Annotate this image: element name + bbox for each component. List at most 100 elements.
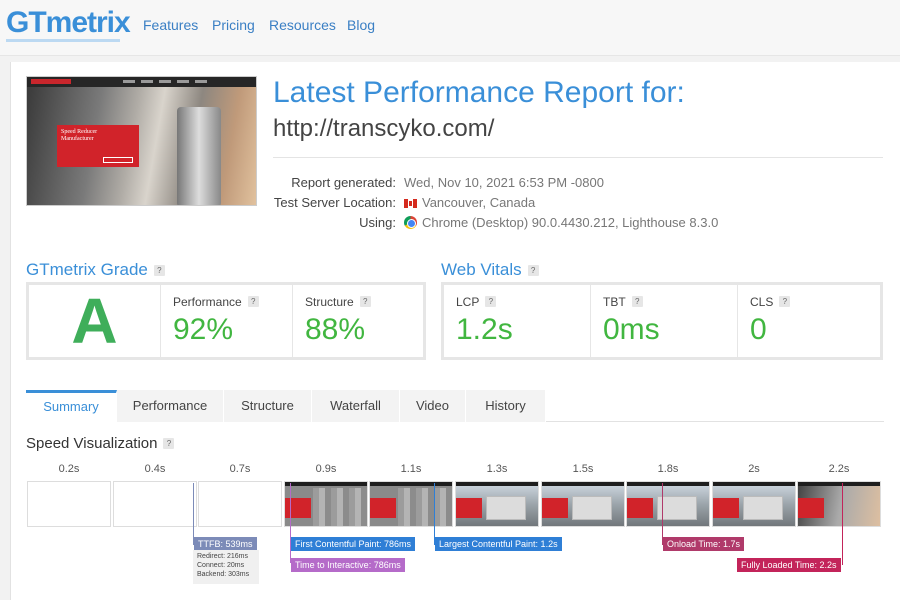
frame-hero-banner (627, 498, 653, 518)
help-icon[interactable]: ? (485, 296, 497, 307)
nav-link-pricing[interactable]: Pricing (212, 17, 255, 33)
canada-flag-icon (404, 199, 417, 208)
thumbnail-menu-item (123, 80, 135, 83)
meta-label-server-location: Test Server Location: (273, 195, 396, 210)
onload-marker-line (662, 483, 663, 545)
frame-blurred-image (313, 488, 367, 526)
timeline-time-label: 0.9s (315, 463, 337, 475)
timeline-time-label: 1.3s (486, 463, 508, 475)
tab-waterfall[interactable]: Waterfall (312, 390, 400, 422)
gtmetrix-grade-title: GTmetrix Grade (26, 260, 148, 279)
thumbnail-menu-item (141, 80, 153, 83)
timeline-frame[interactable] (455, 481, 539, 527)
ttfb-backend: Backend: 303ms (197, 571, 250, 578)
ttfb-marker-line (193, 483, 194, 545)
nav-link-resources[interactable]: Resources (269, 17, 336, 33)
frame-building (572, 496, 612, 520)
nav-link-features[interactable]: Features (143, 17, 198, 33)
timeline-frame[interactable] (369, 481, 453, 527)
tbt-label: TBT? (603, 295, 643, 309)
tbt-cell: TBT? 0ms (591, 285, 737, 357)
frame-hero-banner (456, 498, 482, 518)
site-screenshot-thumbnail[interactable]: Speed Reducer Manufacturer (26, 76, 257, 206)
meta-label-using: Using: (359, 215, 396, 230)
frame-header-bar (456, 482, 538, 486)
timeline-frame[interactable] (797, 481, 881, 527)
ttfb-marker: TTFB: 539ms (194, 537, 257, 551)
server-location-text: Vancouver, Canada (422, 195, 536, 210)
timeline-time-label: 0.2s (58, 463, 80, 475)
tab-history[interactable]: History (466, 390, 546, 422)
timeline-frame[interactable] (113, 481, 197, 527)
tab-structure[interactable]: Structure (224, 390, 312, 422)
cls-label: CLS? (750, 295, 791, 309)
thumbnail-machine-part (177, 107, 221, 205)
frame-building (657, 496, 697, 520)
cls-value: 0 (750, 313, 767, 346)
help-icon[interactable]: ? (359, 296, 371, 307)
tab-performance[interactable]: Performance (117, 390, 224, 422)
report-title: Latest Performance Report for: (273, 76, 685, 109)
timeline-time-label: 0.4s (144, 463, 166, 475)
timeline-time-label: 2.2s (828, 463, 850, 475)
frame-blurred-image (398, 488, 452, 526)
timeline-time-label: 2s (748, 463, 760, 475)
timeline-frame[interactable] (27, 481, 111, 527)
lcp-cell: LCP? 1.2s (444, 285, 590, 357)
structure-cell: Structure? 88% (293, 285, 423, 357)
ttfb-connect: Connect: 20ms (197, 562, 245, 569)
performance-cell: Performance? 92% (161, 285, 292, 357)
top-nav: GTmetrix Features Pricing Resources Blog (0, 0, 900, 56)
timeline-frame[interactable] (541, 481, 625, 527)
gtmetrix-logo[interactable]: GTmetrix (6, 6, 131, 40)
tti-marker: Time to Interactive: 786ms (291, 558, 405, 572)
timeline-frame[interactable] (626, 481, 710, 527)
timeline-frame[interactable] (198, 481, 282, 527)
fully-loaded-marker: Fully Loaded Time: 2.2s (737, 558, 841, 572)
report-url[interactable]: http://transcyko.com/ (273, 115, 494, 143)
chrome-icon (404, 216, 417, 229)
structure-value: 88% (305, 313, 366, 346)
frame-header-bar (542, 482, 624, 486)
help-icon[interactable]: ? (163, 438, 175, 449)
meta-value-server-location: Vancouver, Canada (404, 195, 535, 210)
thumbnail-menu-item (159, 80, 171, 83)
frame-hero-banner (285, 498, 311, 518)
help-icon[interactable]: ? (631, 296, 643, 307)
web-vitals-heading: Web Vitals? (441, 260, 539, 280)
frame-header-bar (627, 482, 709, 486)
report-tabs: Summary Performance Structure Waterfall … (26, 390, 884, 422)
tab-video[interactable]: Video (400, 390, 466, 422)
nav-link-blog[interactable]: Blog (347, 17, 375, 33)
frame-building (486, 496, 526, 520)
meta-label-report-generated: Report generated: (291, 175, 396, 190)
tab-summary[interactable]: Summary (26, 390, 117, 422)
ttfb-redirect: Redirect: 216ms (197, 553, 248, 560)
speed-visualization-heading: Speed Visualization? (26, 435, 175, 452)
timeline-time-label: 1.5s (572, 463, 594, 475)
timeline-time-label: 0.7s (229, 463, 251, 475)
browser-version-text: Chrome (Desktop) 90.0.4430.212, Lighthou… (422, 215, 719, 230)
lcp-marker-line (434, 483, 435, 545)
cls-cell: CLS? 0 (738, 285, 880, 357)
frame-hero-banner (713, 498, 739, 518)
performance-value: 92% (173, 313, 234, 346)
timeline-frame[interactable] (284, 481, 368, 527)
frame-hero-banner (798, 498, 824, 518)
thumbnail-cta-button (103, 157, 133, 163)
help-icon[interactable]: ? (779, 296, 791, 307)
frame-hero-banner (370, 498, 396, 518)
gtmetrix-grade-heading: GTmetrix Grade? (26, 260, 165, 280)
grade-letter: A (71, 285, 118, 357)
timeline-frame[interactable] (712, 481, 796, 527)
onload-marker: Onload Time: 1.7s (663, 537, 745, 551)
frame-header-bar (285, 482, 367, 486)
lcp-value: 1.2s (456, 313, 513, 346)
help-icon[interactable]: ? (527, 265, 539, 276)
speed-visualization-title: Speed Visualization (26, 435, 158, 452)
meta-value-report-generated: Wed, Nov 10, 2021 6:53 PM -0800 (404, 175, 604, 190)
performance-label: Performance? (173, 295, 259, 309)
timeline-time-label: 1.8s (657, 463, 679, 475)
help-icon[interactable]: ? (153, 265, 165, 276)
help-icon[interactable]: ? (247, 296, 259, 307)
